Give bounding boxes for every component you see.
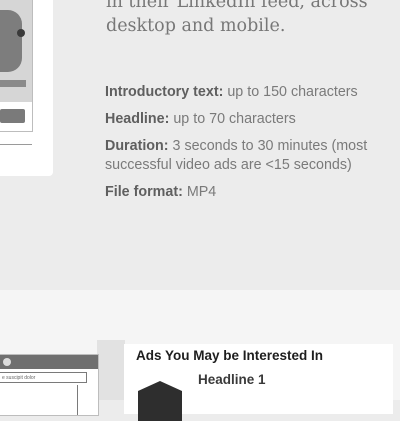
spec-value: MP4 <box>186 184 217 200</box>
ad-placement-section: e suscipit dolor Ads You May be Interest… <box>0 290 400 421</box>
spec-label: Introductory text: <box>105 84 224 100</box>
spec-file-format: File format: MP4 <box>105 183 395 202</box>
intro-line-1: in their LinkedIn feed, across <box>106 0 368 12</box>
spec-label: Headline: <box>105 111 170 127</box>
spec-list: Introductory text: up to 150 characters … <box>105 83 395 210</box>
desktop-nav-bar <box>0 355 98 369</box>
person-figure <box>0 10 22 72</box>
spec-label: File format: <box>105 184 183 200</box>
background-shape <box>97 340 125 400</box>
spec-value: up to 150 characters <box>227 84 358 100</box>
intro-text: in their LinkedIn feed, across desktop a… <box>106 0 396 38</box>
cta-button-illustration <box>0 109 25 123</box>
company-logo-icon <box>138 381 182 421</box>
thumbnail-bar <box>0 80 26 87</box>
intro-line-2: desktop and mobile. <box>106 16 286 36</box>
video-ad-specs-section: in their LinkedIn feed, across desktop a… <box>0 0 400 290</box>
mobile-preview-illustration <box>0 0 53 176</box>
desktop-preview-illustration: e suscipit dolor <box>0 354 99 416</box>
ad-headline: Headline 1 <box>198 372 266 387</box>
spec-introductory-text: Introductory text: up to 150 characters <box>105 83 395 102</box>
pointer-line <box>77 385 78 415</box>
preview-input: e suscipit dolor <box>0 372 87 383</box>
spec-value: up to 70 characters <box>173 111 296 127</box>
logo-icon <box>3 358 11 366</box>
ads-title: Ads You May be Interested In <box>136 348 324 363</box>
spec-duration: Duration: 3 seconds to 30 minutes (most … <box>105 137 395 175</box>
spec-label: Duration: <box>105 138 169 154</box>
divider <box>0 144 32 145</box>
mobile-screen <box>0 0 33 132</box>
ads-card: Ads You May be Interested In Headline 1 <box>124 344 393 421</box>
spec-headline: Headline: up to 70 characters <box>105 110 395 129</box>
person-eye <box>17 29 25 37</box>
